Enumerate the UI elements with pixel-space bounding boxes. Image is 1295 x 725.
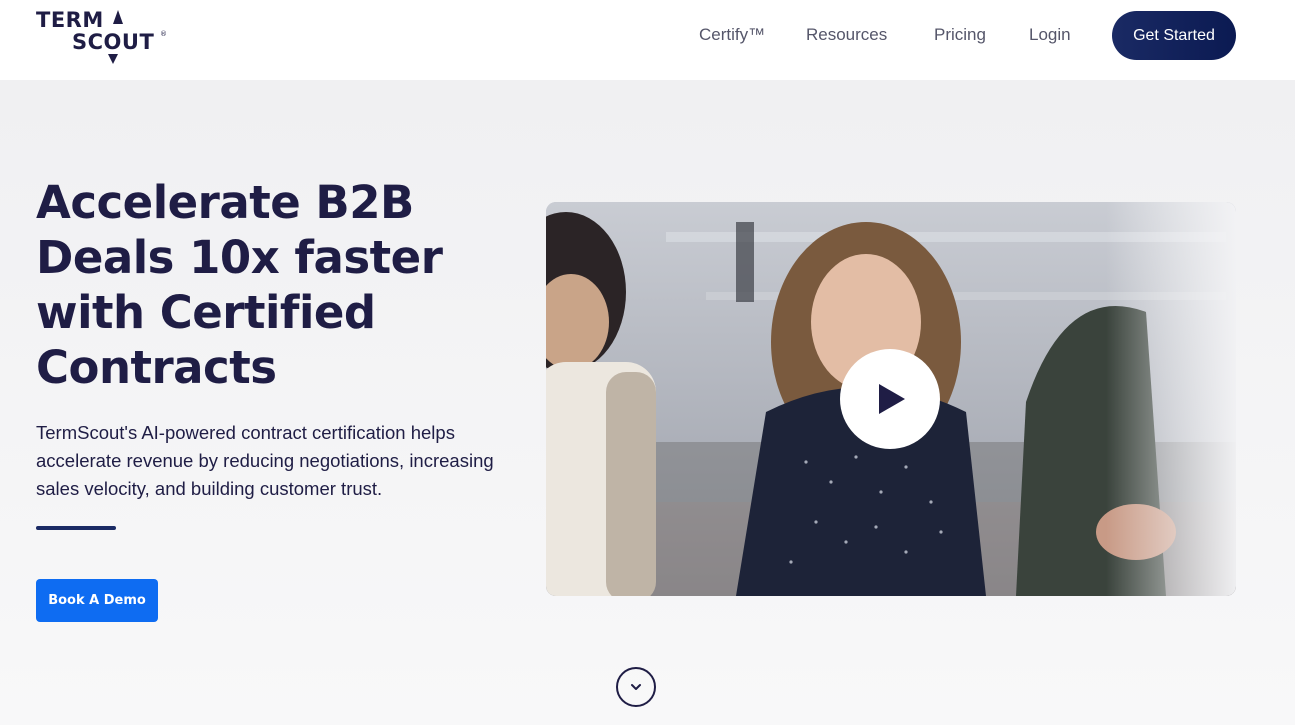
logo-arrow-icon [113,10,123,24]
termscout-logo[interactable]: TERM SCOUT ® [36,8,168,64]
play-icon [879,384,905,414]
hero-headline: Accelerate B2B Deals 10x faster with Cer… [36,176,443,394]
play-button[interactable] [840,349,940,449]
site-header: TERM SCOUT ® Certify™ Resources Pricing … [0,0,1295,80]
logo-text-term: TERM [36,8,104,32]
hero-subtext: TermScout's AI-powered contract certific… [36,422,494,499]
logo-registered-mark: ® [160,30,167,38]
book-demo-button[interactable]: Book A Demo [36,579,158,622]
nav-pricing[interactable]: Pricing [934,22,986,48]
nav-login[interactable]: Login [1029,22,1071,48]
hero-divider [36,526,116,530]
logo-pointer-icon [108,54,118,64]
nav-certify[interactable]: Certify™ [699,22,765,48]
get-started-button[interactable]: Get Started [1112,11,1236,60]
hero-video-thumbnail[interactable] [546,202,1236,596]
chevron-down-icon [631,684,641,690]
logo-text-scout: SCOUT [72,30,155,54]
nav-resources[interactable]: Resources [806,22,887,48]
scroll-down-button[interactable] [616,667,656,707]
